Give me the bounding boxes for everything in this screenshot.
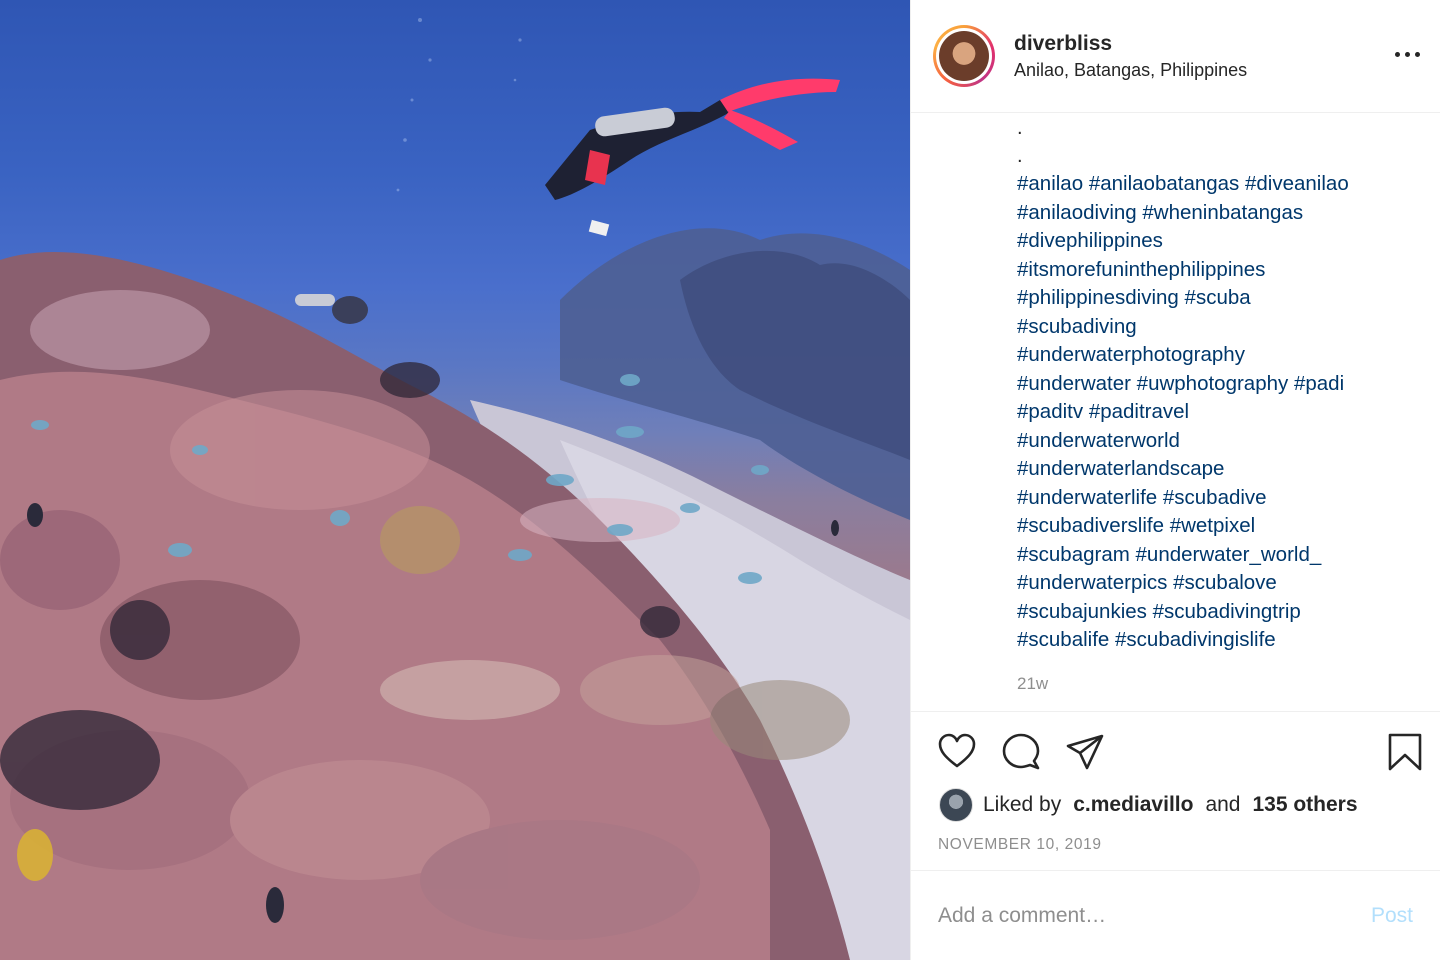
hashtag-link[interactable]: #scubadiving xyxy=(1017,315,1137,338)
hashtag-link[interactable]: #scubadivingtrip xyxy=(1153,600,1301,623)
heart-icon[interactable] xyxy=(937,732,977,772)
liker-username[interactable]: c.mediavillo xyxy=(1073,793,1193,817)
hashtag-line: #divephilippines xyxy=(1017,227,1427,256)
hashtag-line: #underwaterworld xyxy=(1017,427,1427,456)
hashtag-link[interactable]: #underwater_world_ xyxy=(1136,543,1322,566)
likes-conjunction: and xyxy=(1205,793,1241,816)
hashtag-link[interactable]: #anilaodiving xyxy=(1017,201,1137,224)
hashtag-line: #philippinesdiving #scuba xyxy=(1017,284,1427,313)
caption-dot: . xyxy=(1017,117,1023,139)
hashtag-link[interactable]: #paditravel xyxy=(1089,400,1189,423)
post-detail-panel: diverbliss Anilao, Batangas, Philippines… xyxy=(910,0,1440,960)
hashtag-link[interactable]: #divephilippines xyxy=(1017,229,1163,252)
hashtag-link[interactable]: #scuba xyxy=(1185,286,1251,309)
likes-prefix: Liked by xyxy=(983,793,1062,816)
avatar[interactable] xyxy=(933,25,995,87)
hashtag-line: #anilao #anilaobatangas #diveanilao xyxy=(1017,170,1427,199)
hashtag-link[interactable]: #anilao xyxy=(1017,172,1083,195)
hashtag-link[interactable]: #underwaterlife xyxy=(1017,486,1157,509)
hashtag-link[interactable]: #diveanilao xyxy=(1245,172,1349,195)
more-options-icon[interactable] xyxy=(1395,47,1423,63)
hashtag-link[interactable]: #wetpixel xyxy=(1170,514,1255,537)
hashtag-line: #underwaterphotography xyxy=(1017,341,1427,370)
hashtag-link[interactable]: #scubalife xyxy=(1017,628,1109,651)
avatar-image xyxy=(939,31,989,81)
comment-icon[interactable] xyxy=(1001,732,1041,772)
caption-dot: . xyxy=(1017,145,1023,167)
hashtag-link[interactable]: #underwaterworld xyxy=(1017,429,1180,452)
likes-others-link[interactable]: 135 others xyxy=(1252,793,1357,817)
post-header: diverbliss Anilao, Batangas, Philippines xyxy=(911,0,1440,113)
hashtag-link[interactable]: #scubalove xyxy=(1173,571,1277,594)
bookmark-icon[interactable] xyxy=(1385,732,1425,772)
hashtag-line: #scubalife #scubadivingislife xyxy=(1017,626,1427,655)
hashtag-link[interactable]: #underwaterlandscape xyxy=(1017,457,1224,480)
hashtag-line: #scubajunkies #scubadivingtrip xyxy=(1017,598,1427,627)
hashtag-link[interactable]: #wheninbatangas xyxy=(1142,201,1303,224)
hashtag-line: #anilaodiving #wheninbatangas xyxy=(1017,199,1427,228)
post-photo[interactable] xyxy=(0,0,910,960)
hashtag-link[interactable]: #scubadiverslife xyxy=(1017,514,1164,537)
hashtag-line: #scubadiving xyxy=(1017,313,1427,342)
liker-avatar[interactable] xyxy=(939,788,973,822)
post-comment-button[interactable]: Post xyxy=(1371,904,1413,928)
comment-input[interactable] xyxy=(938,900,1338,932)
hashtag-line: #underwaterpics #scubalove xyxy=(1017,569,1427,598)
hashtag-link[interactable]: #anilaobatangas xyxy=(1089,172,1239,195)
likes-summary: Liked by c.mediavillo and 135 others xyxy=(939,788,1358,822)
hashtag-link[interactable]: #underwaterpics xyxy=(1017,571,1167,594)
diver-background xyxy=(295,294,368,324)
hashtag-line: #scubagram #underwater_world_ xyxy=(1017,541,1427,570)
hashtag-line: #underwater #uwphotography #padi xyxy=(1017,370,1427,399)
hashtag-link[interactable]: #uwphotography xyxy=(1137,372,1289,395)
hashtag-line: #underwaterlife #scubadive xyxy=(1017,484,1427,513)
caption: . . #anilao #anilaobatangas #diveanilao #… xyxy=(1017,114,1427,655)
hashtag-link[interactable]: #philippinesdiving xyxy=(1017,286,1179,309)
yellow-coral xyxy=(17,829,53,881)
action-bar: Liked by c.mediavillo and 135 others NOV… xyxy=(911,711,1440,871)
hashtag-link[interactable]: #scubadivingislife xyxy=(1115,628,1276,651)
diver-main xyxy=(545,78,840,237)
hashtag-line: #scubadiverslife #wetpixel xyxy=(1017,512,1427,541)
hashtag-link[interactable]: #scubagram xyxy=(1017,543,1130,566)
hashtag-link[interactable]: #scubajunkies xyxy=(1017,600,1147,623)
hashtag-link[interactable]: #underwater xyxy=(1017,372,1131,395)
hashtag-line: #itsmorefuninthephilippines xyxy=(1017,256,1427,285)
post-age[interactable]: 21w xyxy=(1017,674,1048,694)
comment-box: Post xyxy=(911,872,1440,960)
hashtag-link[interactable]: #itsmorefuninthephilippines xyxy=(1017,258,1265,281)
hashtag-line: #paditv #paditravel xyxy=(1017,398,1427,427)
share-icon[interactable] xyxy=(1065,732,1105,772)
hashtag-link[interactable]: #paditv xyxy=(1017,400,1083,423)
hashtag-link[interactable]: #underwaterphotography xyxy=(1017,343,1245,366)
username[interactable]: diverbliss xyxy=(1014,32,1112,56)
hashtag-list: #anilao #anilaobatangas #diveanilao #anil… xyxy=(1017,170,1427,655)
hashtag-link[interactable]: #padi xyxy=(1294,372,1344,395)
bubbles xyxy=(396,18,522,192)
hashtag-link[interactable]: #scubadive xyxy=(1163,486,1267,509)
location-link[interactable]: Anilao, Batangas, Philippines xyxy=(1014,60,1247,81)
post-date[interactable]: NOVEMBER 10, 2019 xyxy=(938,836,1102,854)
reef-scene xyxy=(0,18,910,960)
hashtag-line: #underwaterlandscape xyxy=(1017,455,1427,484)
